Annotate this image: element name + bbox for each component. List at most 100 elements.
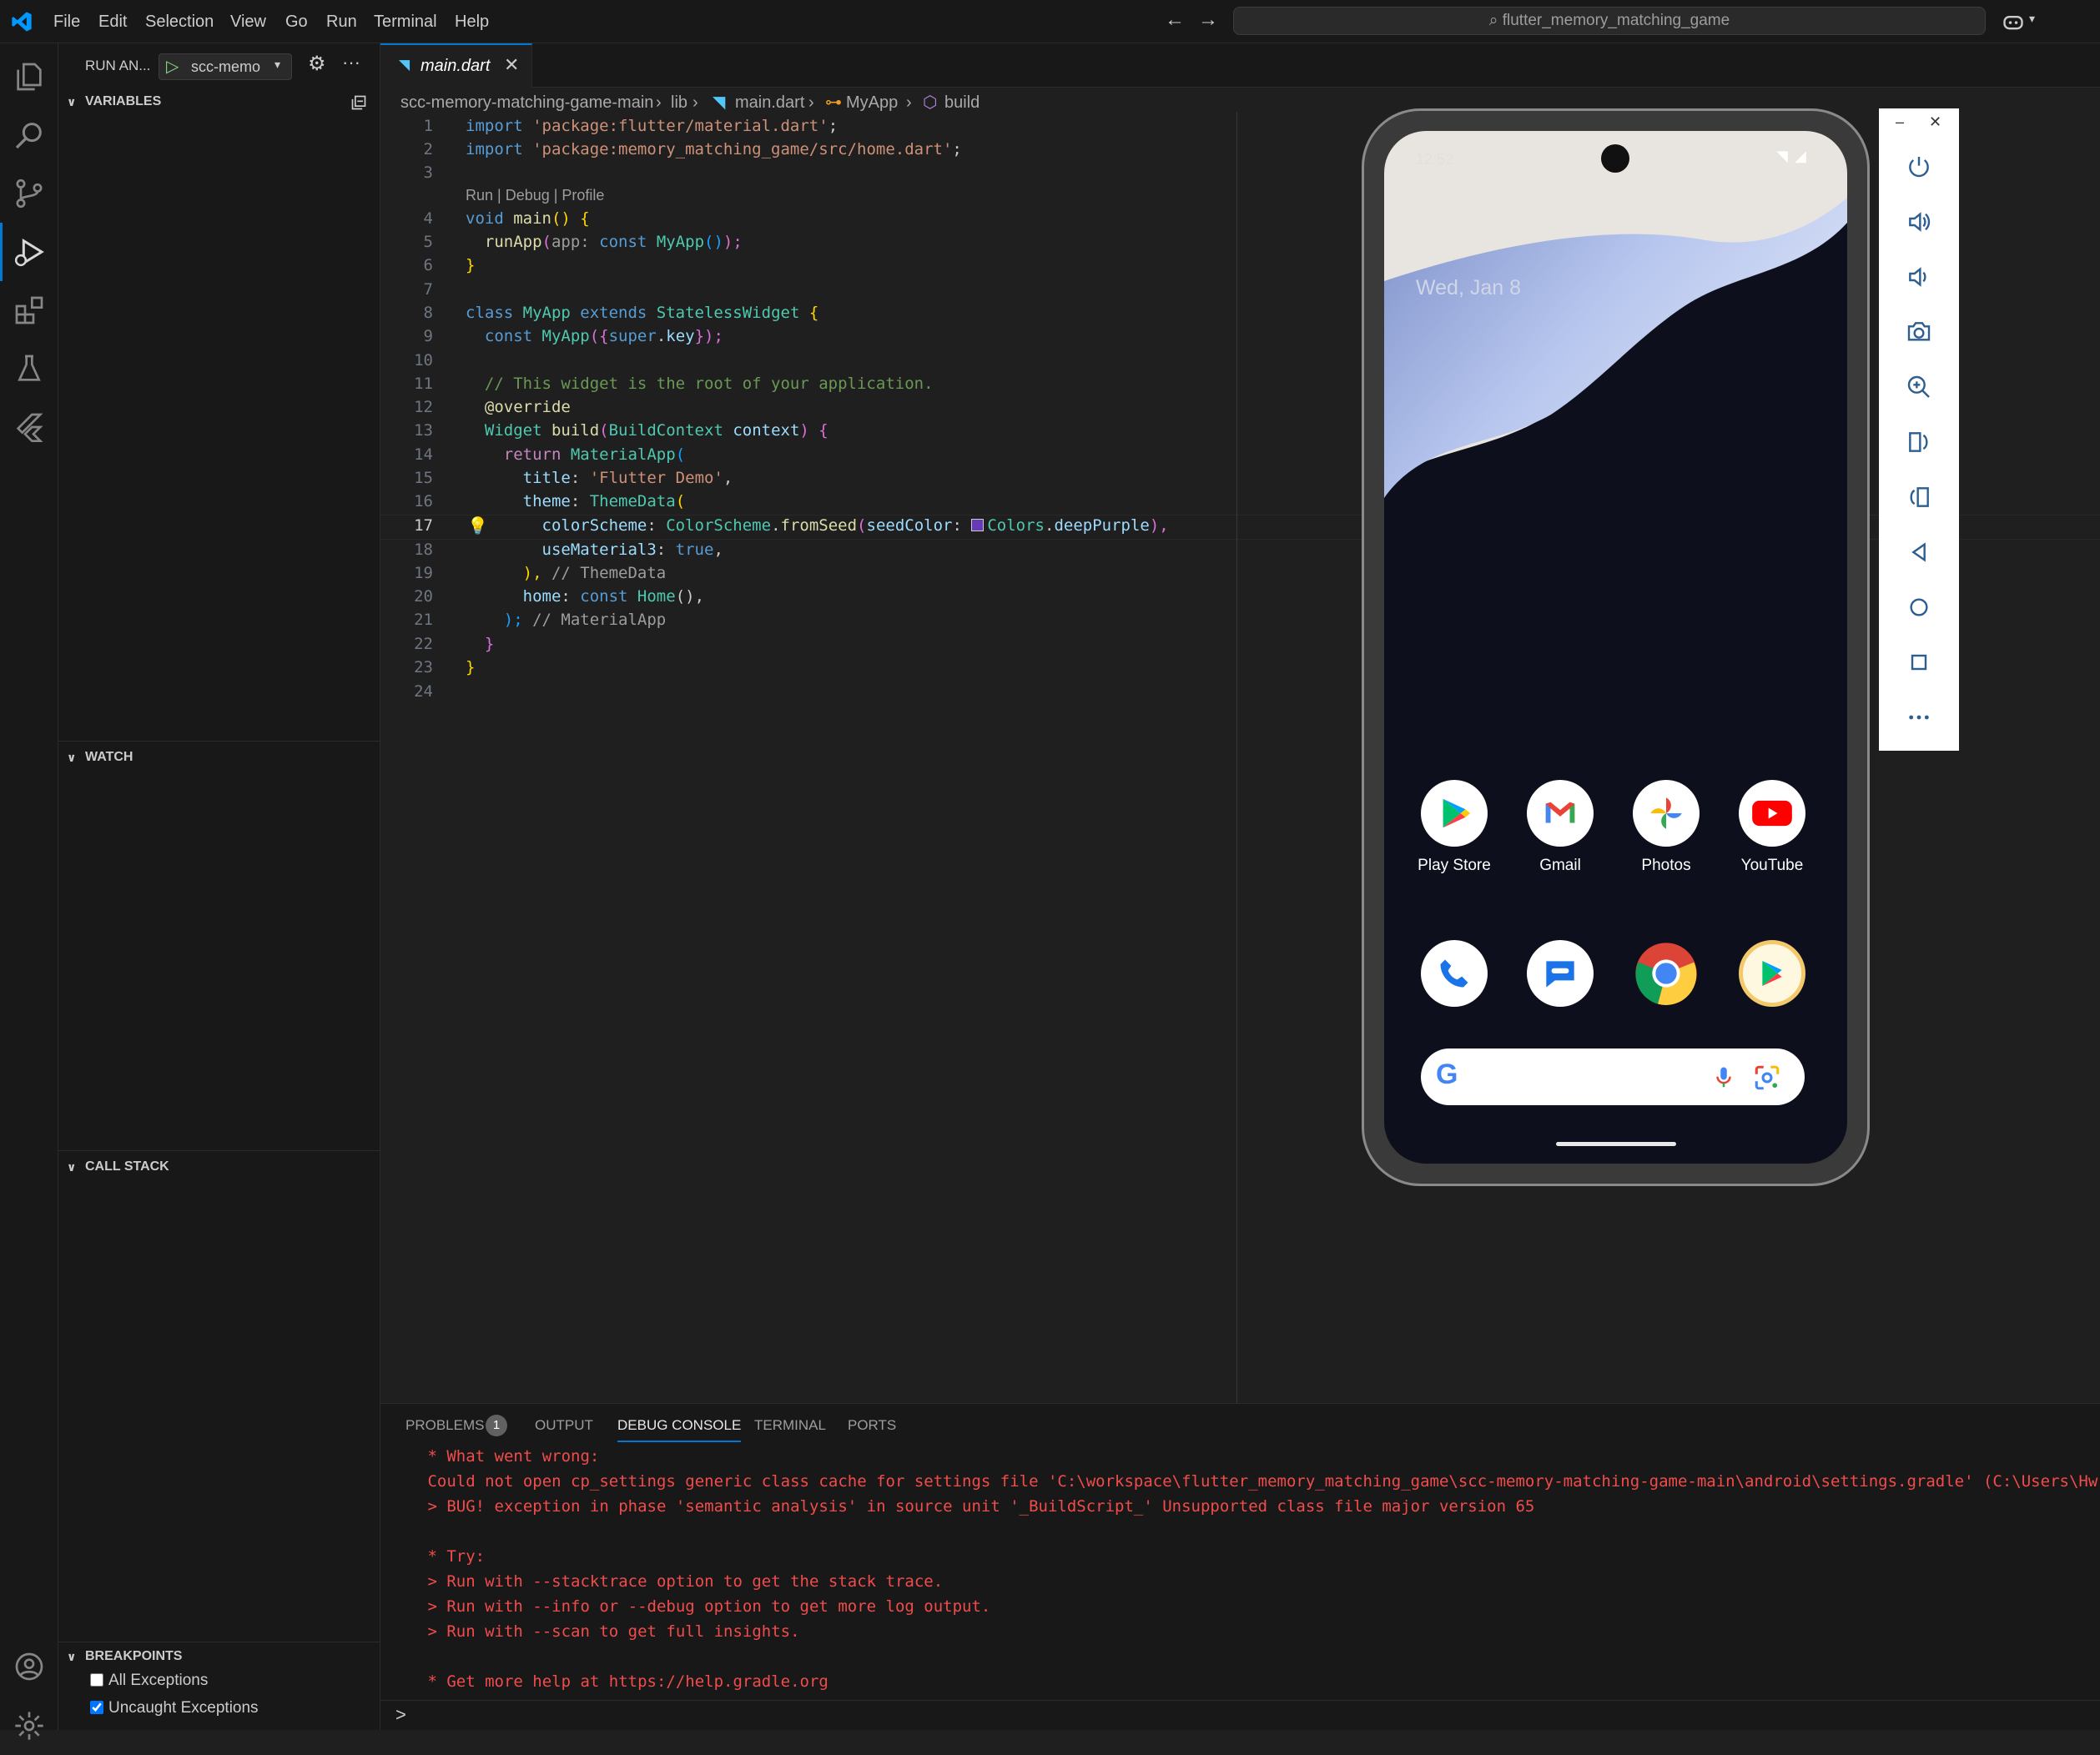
tab-problems[interactable]: PROBLEMS [405, 1404, 484, 1447]
console-prompt[interactable]: > [395, 1704, 406, 1726]
menu-go[interactable]: Go [285, 0, 308, 43]
search-view-icon[interactable] [0, 106, 58, 164]
menu-file[interactable]: File [53, 0, 80, 43]
breakpoint-uncaught-exceptions[interactable]: Uncaught Exceptions [90, 1699, 259, 1717]
gear-icon[interactable]: ⚙ [308, 52, 326, 76]
color-swatch[interactable] [971, 519, 985, 531]
overview-square-icon[interactable] [1879, 641, 1959, 683]
minimize-icon[interactable]: – [1896, 113, 1904, 131]
accounts-icon[interactable] [0, 1637, 58, 1696]
tab-main-dart[interactable]: ◥ main.dart ✕ [380, 43, 532, 88]
code-line-8: class MyApp extends StatelessWidget { [466, 304, 819, 322]
rotate-right-icon[interactable] [1879, 476, 1959, 518]
menu-help[interactable]: Help [455, 0, 489, 43]
explorer-icon[interactable] [0, 48, 58, 106]
google-search-bar[interactable]: G [1421, 1048, 1805, 1105]
call-stack-label: CALL STACK [85, 1159, 169, 1174]
code-line-12: @override [466, 398, 571, 416]
app-play-games[interactable] [1722, 940, 1822, 1007]
copilot-icon[interactable] [2001, 10, 2026, 33]
line-number: 13 [414, 421, 433, 440]
app-phone[interactable] [1404, 940, 1504, 1007]
app-messages[interactable] [1510, 940, 1610, 1007]
launch-config-name: scc-memo [191, 58, 261, 75]
tab-terminal[interactable]: TERMINAL [754, 1404, 826, 1447]
breadcrumb-class[interactable]: MyApp [846, 88, 898, 118]
menu-terminal[interactable]: Terminal [374, 0, 437, 43]
uncaught-exceptions-label: Uncaught Exceptions [108, 1699, 259, 1717]
microphone-icon[interactable] [1711, 1064, 1736, 1092]
search-text: flutter_memory_matching_game [1502, 12, 1730, 29]
menu-view[interactable]: View [230, 0, 266, 43]
breadcrumb-separator: › [906, 93, 912, 112]
google-lens-icon[interactable] [1753, 1064, 1781, 1092]
rotate-left-icon[interactable] [1879, 421, 1959, 463]
zoom-icon[interactable] [1879, 366, 1959, 408]
codelens-run-debug-profile[interactable]: Run | Debug | Profile [466, 187, 604, 204]
launch-config-select[interactable]: ▷ scc-memo ▾ [159, 53, 292, 80]
app-gmail[interactable]: Gmail [1510, 780, 1610, 875]
app-chrome[interactable] [1616, 940, 1716, 1007]
back-arrow-icon[interactable]: ← [1165, 8, 1185, 32]
app-youtube[interactable]: YouTube [1722, 780, 1822, 875]
run-debug-icon[interactable] [0, 223, 58, 281]
breadcrumb-method[interactable]: build [944, 88, 979, 118]
tab-output[interactable]: OUTPUT [535, 1404, 593, 1447]
youtube-icon [1752, 800, 1792, 827]
all-exceptions-checkbox[interactable] [90, 1673, 103, 1687]
copilot-chevron-icon[interactable]: ▾ [2029, 12, 2035, 26]
watch-header[interactable]: ∨ WATCH [58, 742, 380, 772]
line-number: 12 [414, 398, 433, 416]
code-line-21: ); // MaterialApp [466, 611, 667, 629]
problems-count-badge: 1 [486, 1415, 507, 1436]
tab-ports[interactable]: PORTS [848, 1404, 896, 1447]
manage-gear-icon[interactable] [0, 1697, 58, 1755]
breadcrumb-folder[interactable]: scc-memory-matching-game-main [400, 88, 653, 118]
phone-screen[interactable]: 12:52 ◥ ◢ Wed, Jan 8 Play Store Gmail Ph… [1384, 131, 1847, 1164]
forward-arrow-icon[interactable]: → [1198, 8, 1218, 32]
code-line-18: useMaterial3: true, [466, 541, 723, 559]
chevron-down-icon: ∨ [67, 1650, 77, 1663]
screenshot-camera-icon[interactable] [1879, 311, 1959, 353]
collapse-all-icon[interactable] [350, 94, 367, 111]
back-triangle-icon[interactable] [1879, 531, 1959, 573]
console-line: Could not open cp_settings generic class… [418, 1472, 2098, 1491]
home-circle-icon[interactable] [1879, 586, 1959, 628]
line-number: 1 [423, 117, 433, 135]
menu-run[interactable]: Run [326, 0, 357, 43]
power-button-icon[interactable] [1879, 146, 1959, 188]
volume-down-icon[interactable] [1879, 256, 1959, 298]
line-number: 15 [414, 469, 433, 487]
breakpoints-header[interactable]: ∨ BREAKPOINTS [58, 1642, 380, 1672]
debug-console-output: * What went wrong: Could not open cp_set… [380, 1447, 2100, 1702]
gesture-nav-bar[interactable] [1556, 1142, 1676, 1146]
menu-edit[interactable]: Edit [98, 0, 127, 43]
volume-up-icon[interactable] [1879, 201, 1959, 243]
breakpoint-all-exceptions[interactable]: All Exceptions [90, 1672, 208, 1690]
testing-flask-icon[interactable] [0, 339, 58, 398]
flutter-icon[interactable] [0, 398, 58, 456]
call-stack-header[interactable]: ∨ CALL STACK [58, 1152, 380, 1182]
tab-debug-console[interactable]: DEBUG CONSOLE [617, 1404, 742, 1442]
menu-selection[interactable]: Selection [145, 0, 214, 43]
line-number: 21 [414, 611, 433, 629]
more-actions-icon[interactable]: ··· [342, 52, 360, 73]
command-center-search[interactable]: ⌕ flutter_memory_matching_game [1233, 7, 1986, 35]
app-play-store[interactable]: Play Store [1404, 780, 1504, 875]
extensions-icon[interactable] [0, 281, 58, 339]
start-debug-icon[interactable]: ▷ [166, 56, 179, 77]
breadcrumb-lib[interactable]: lib [671, 88, 687, 118]
app-photos[interactable]: Photos [1616, 780, 1716, 875]
play-store-icon [1443, 798, 1471, 828]
uncaught-exceptions-checkbox[interactable] [90, 1701, 103, 1714]
source-control-icon[interactable] [0, 164, 58, 223]
photos-icon [1650, 797, 1682, 829]
breadcrumb-file[interactable]: main.dart [735, 88, 804, 118]
code-line-19: ), // ThemeData [466, 564, 667, 582]
wifi-icon: ◥ [1776, 148, 1788, 164]
variables-header[interactable]: ∨ VARIABLES [58, 87, 380, 117]
close-icon[interactable]: ✕ [1929, 113, 1941, 131]
chevron-down-icon: ∨ [67, 1160, 77, 1174]
more-options-icon[interactable] [1879, 696, 1959, 738]
close-icon[interactable]: ✕ [504, 54, 519, 76]
